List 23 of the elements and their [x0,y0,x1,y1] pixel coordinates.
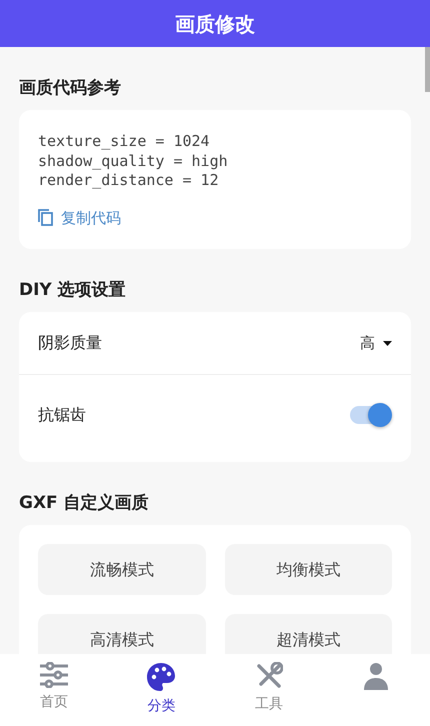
copy-code-link[interactable]: 复制代码 [38,206,121,229]
person-icon [363,662,390,690]
tools-icon [254,662,283,690]
page-title: 画质修改 [175,10,255,38]
palette-icon [146,662,176,692]
option-label: 抗锯齿 [38,404,86,426]
mode-button[interactable]: 均衡模式 [224,544,392,595]
option-label: 阴影质量 [38,332,102,354]
mode-button[interactable]: 超清模式 [224,614,392,654]
caret-icon [383,340,392,346]
dropdown[interactable]: 高 [360,332,392,354]
section-title: DIY 选项设置 [19,279,127,301]
section-title: GXF 自定义画质 [19,492,150,514]
nav-tab[interactable]: 工具 [215,654,322,726]
mode-button[interactable]: 高清模式 [38,614,206,654]
sliders-icon [40,662,68,688]
section-title: 画质代码参考 [19,77,122,99]
mode-button[interactable]: 流畅模式 [38,544,206,595]
scrollbar[interactable] [425,47,430,92]
nav-tab[interactable]: 首页 [0,654,108,726]
code-text: texture_size = 1024 shadow_quality = high render_distance = 12 [38,132,229,190]
nav-tab[interactable]: 分类 [108,654,215,726]
copy-icon [38,209,53,226]
